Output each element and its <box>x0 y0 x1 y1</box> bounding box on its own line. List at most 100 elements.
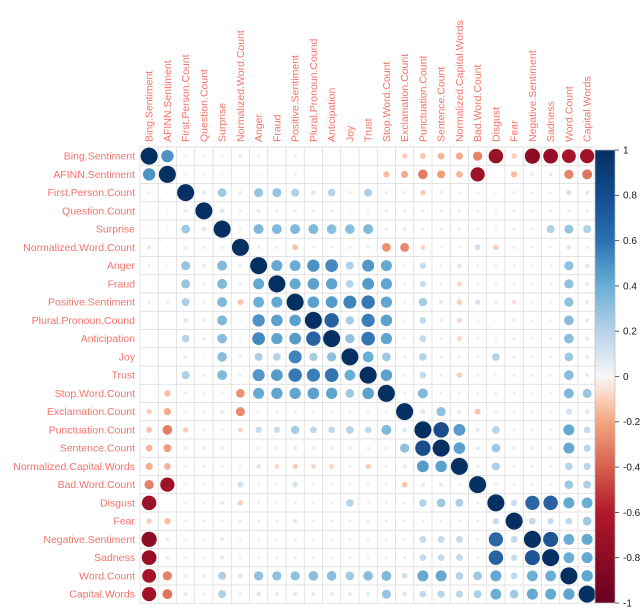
correlation-cell <box>238 227 243 231</box>
correlation-cell <box>436 498 446 508</box>
correlation-cell <box>437 152 445 160</box>
correlation-cell <box>384 190 389 195</box>
correlation-cell <box>581 497 593 509</box>
correlation-cell <box>273 353 281 361</box>
correlation-cell <box>306 331 321 346</box>
correlation-cell <box>183 317 189 323</box>
correlation-cell <box>510 554 518 561</box>
correlation-cell <box>581 533 593 545</box>
correlation-cell <box>494 391 498 395</box>
column-label-8: Positive.Sentiment <box>290 55 302 142</box>
correlation-cell <box>328 426 336 434</box>
correlation-cell <box>361 295 375 309</box>
correlation-cell <box>512 464 516 469</box>
correlation-cell <box>220 464 224 469</box>
row-label-2: First.Person.Count <box>47 187 135 199</box>
correlation-cell <box>474 408 481 415</box>
correlation-cell <box>329 592 334 597</box>
correlation-cell <box>487 494 505 512</box>
correlation-cell <box>366 592 371 597</box>
correlation-cell <box>455 590 463 598</box>
correlation-cell <box>366 209 370 213</box>
correlation-cell <box>202 282 206 286</box>
correlation-cell <box>510 171 518 178</box>
correlation-cell <box>403 318 407 322</box>
correlation-cell <box>275 556 279 560</box>
correlation-cell <box>238 154 243 159</box>
correlation-cell <box>491 462 500 471</box>
column-label-10: Anticipation <box>326 88 338 142</box>
correlation-cell <box>565 408 572 415</box>
correlation-cell <box>492 426 500 434</box>
correlation-cell <box>472 151 483 161</box>
correlation-cell <box>361 313 375 327</box>
correlation-cell <box>476 191 480 195</box>
correlation-cell <box>220 154 224 158</box>
column-label-18: Bad.Word.Count <box>472 64 484 142</box>
correlation-cell <box>238 355 243 359</box>
correlation-cell <box>346 426 354 434</box>
correlation-cell <box>439 300 444 305</box>
legend-tick-label-3: 0.4 <box>623 281 637 292</box>
correlation-cell <box>419 499 427 507</box>
column-label-13: Stop.Word.Count <box>381 62 393 142</box>
correlation-cell <box>362 277 375 290</box>
legend-tick-label-1: 0.8 <box>623 191 637 202</box>
correlation-cell <box>147 245 152 250</box>
correlation-cell <box>271 332 283 345</box>
correlation-cell <box>525 495 540 511</box>
correlation-cell <box>275 209 279 213</box>
correlation-cell <box>457 409 462 414</box>
row-label-4: Surprise <box>96 224 135 236</box>
correlation-cell <box>162 571 173 581</box>
correlation-cell <box>377 384 395 402</box>
correlation-cell <box>272 571 282 581</box>
correlation-cell <box>494 282 498 286</box>
correlation-cell <box>420 189 426 196</box>
correlation-cell <box>402 190 407 195</box>
column-label-2: First.Person.Count <box>180 54 192 142</box>
correlation-cell <box>220 537 225 542</box>
correlation-cell <box>455 572 464 580</box>
correlation-cell <box>161 149 174 163</box>
column-label-17: Normalized.Capital.Words <box>454 20 466 142</box>
correlation-cell <box>563 388 574 399</box>
correlation-cell <box>141 531 157 547</box>
correlation-cell <box>578 585 596 603</box>
correlation-cell <box>293 154 297 158</box>
correlation-cell <box>418 169 428 180</box>
correlation-cell <box>419 153 426 160</box>
correlation-cell <box>257 173 260 176</box>
correlation-cell <box>307 278 320 290</box>
correlation-cell <box>530 337 534 341</box>
correlation-cell <box>549 318 553 322</box>
correlation-cell <box>490 570 502 582</box>
correlation-cell <box>147 264 151 268</box>
correlation-cell <box>417 388 428 399</box>
correlation-cell <box>494 300 498 304</box>
correlation-cell <box>183 446 188 450</box>
correlation-cell <box>183 391 188 396</box>
correlation-cell <box>219 208 225 214</box>
correlation-cell <box>329 446 334 450</box>
correlation-cell <box>549 245 553 249</box>
correlation-cell <box>147 209 151 213</box>
correlation-cell <box>564 480 574 489</box>
correlation-cell <box>345 571 355 581</box>
correlation-cell <box>564 260 574 271</box>
correlation-cell <box>309 426 317 434</box>
correlation-cell <box>181 371 190 380</box>
correlation-cell <box>491 443 501 453</box>
legend-tick-label-10: -1 <box>623 598 632 609</box>
correlation-cell <box>183 592 188 597</box>
correlation-cell <box>455 498 464 507</box>
correlation-cell <box>293 501 297 505</box>
correlation-cell <box>583 426 591 434</box>
correlation-cell <box>382 352 391 362</box>
correlation-cell <box>142 568 157 583</box>
correlation-cell <box>217 278 228 289</box>
correlation-cell <box>564 169 574 180</box>
correlation-cell <box>147 300 151 304</box>
correlation-cell <box>362 387 374 400</box>
correlation-cell <box>420 244 426 250</box>
